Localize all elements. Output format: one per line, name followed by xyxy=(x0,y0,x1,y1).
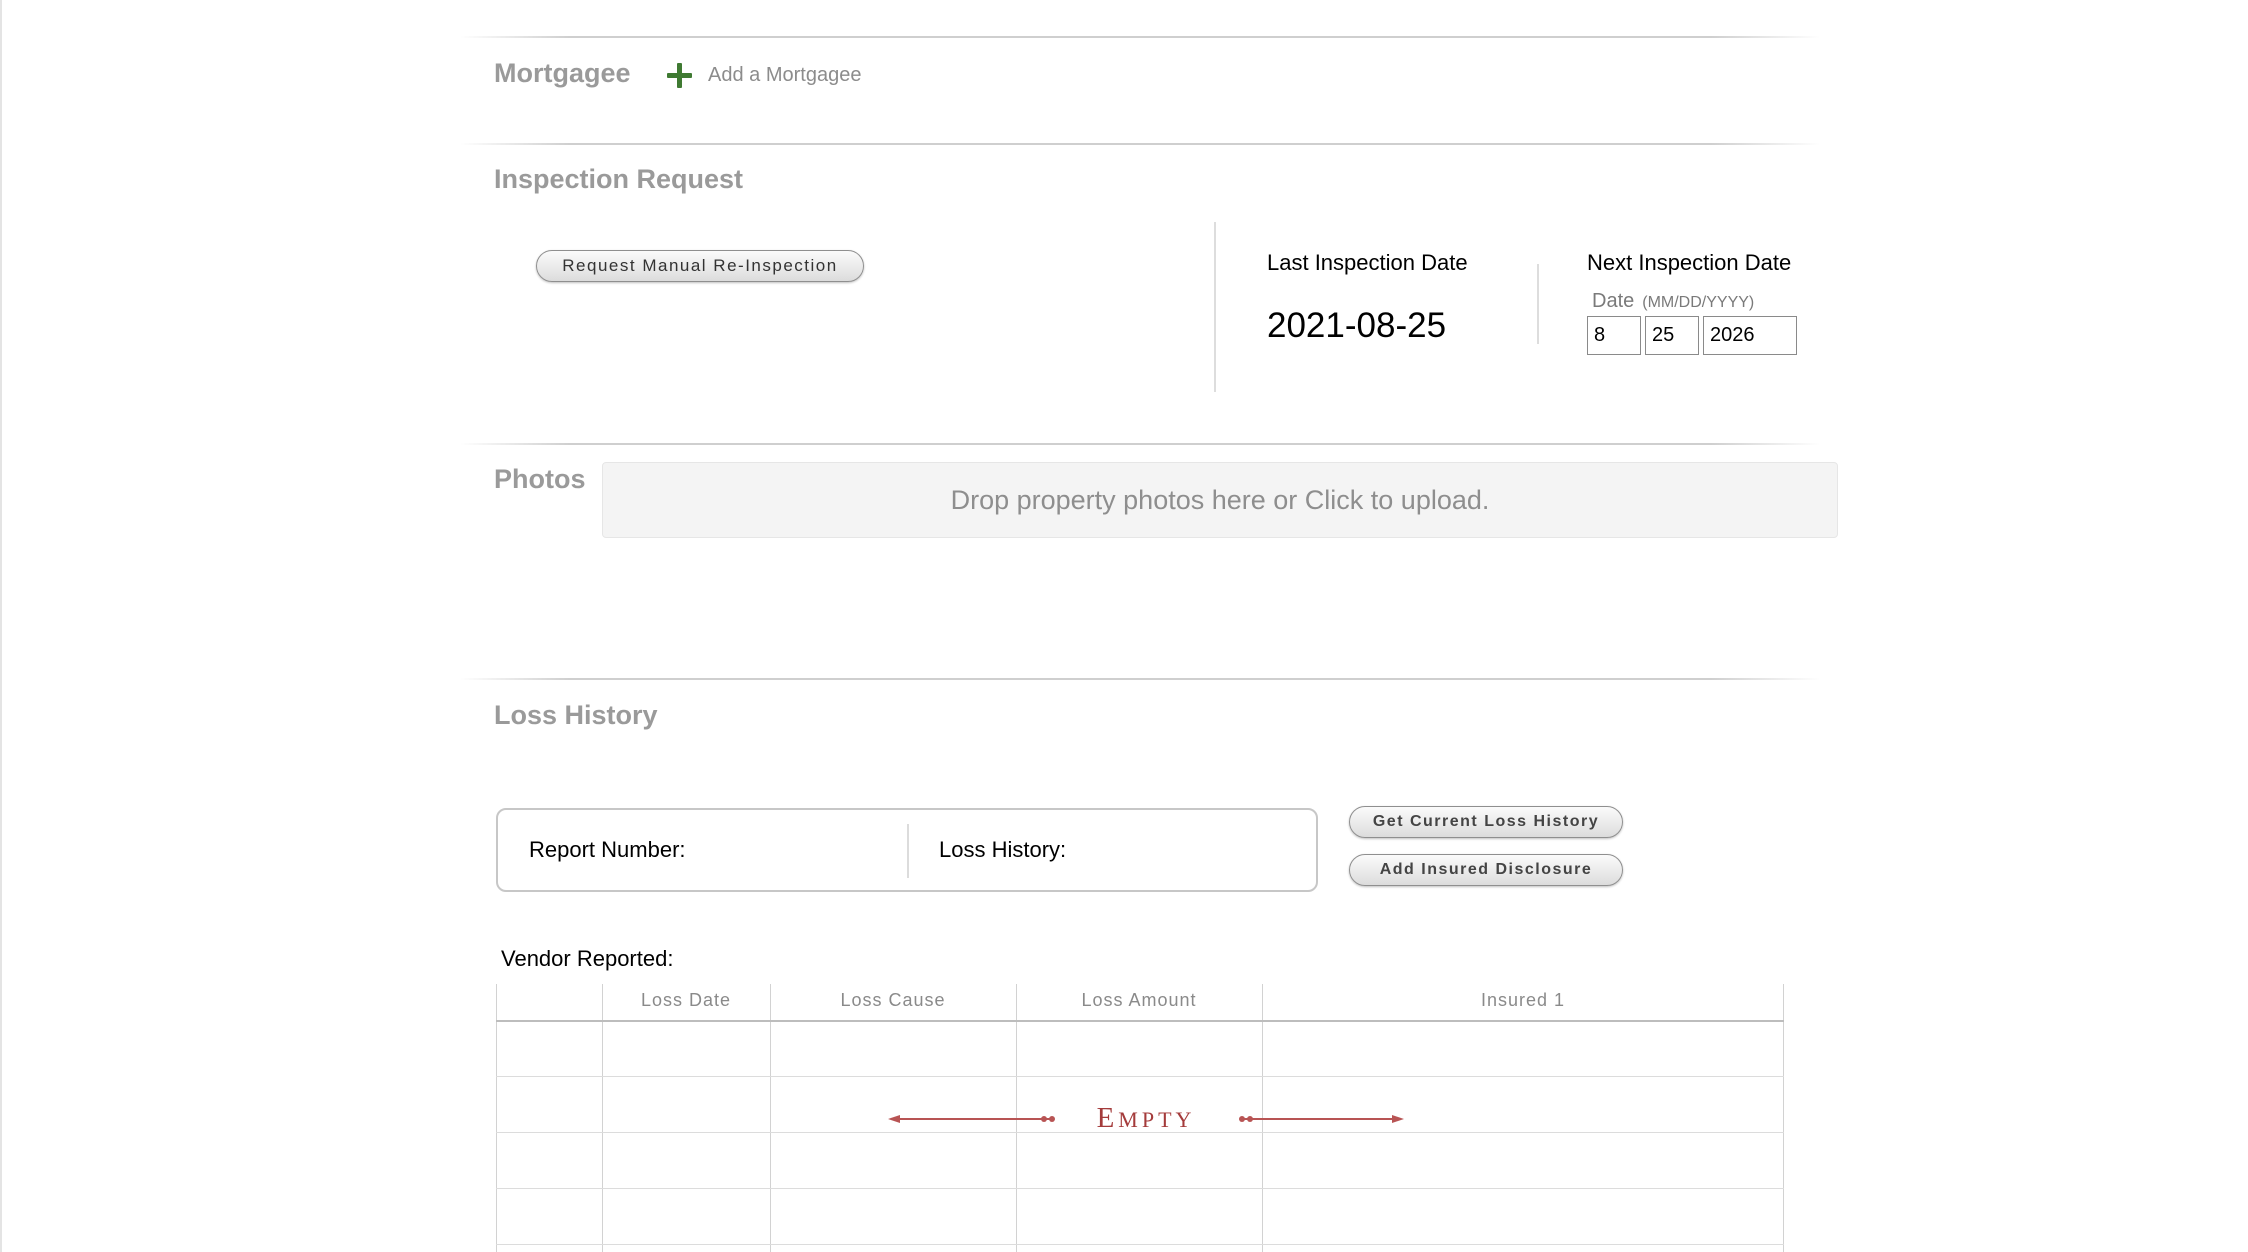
inspection-date-divider xyxy=(1537,264,1539,344)
empty-table-indicator: EMPTY xyxy=(886,1102,1406,1136)
table-row xyxy=(496,1244,1784,1245)
photos-section-title: Photos xyxy=(494,464,586,494)
add-mortgagee-button[interactable]: Add a Mortgagee xyxy=(664,58,861,92)
loss-history-section-title: Loss History xyxy=(494,700,658,730)
section-divider xyxy=(460,143,1820,145)
next-inspection-label: Next Inspection Date xyxy=(1587,250,1792,275)
column-header-insured-1: Insured 1 xyxy=(1480,990,1566,1010)
last-inspection-label: Last Inspection Date xyxy=(1267,250,1468,275)
inspection-divider xyxy=(1214,222,1216,392)
table-col-line xyxy=(1783,984,1784,1252)
loss-history-table: Loss Date Loss Cause Loss Amount Insured… xyxy=(496,984,1784,1252)
vendor-reported-label: Vendor Reported: xyxy=(501,946,674,971)
request-reinspection-button[interactable]: Request Manual Re-Inspection xyxy=(536,250,864,282)
column-header-loss-cause: Loss Cause xyxy=(840,990,946,1010)
add-mortgagee-label: Add a Mortgagee xyxy=(708,63,862,86)
column-header-loss-date: Loss Date xyxy=(640,990,732,1010)
table-col-line xyxy=(770,984,771,1252)
plus-icon xyxy=(664,60,694,90)
next-inspection-month-input[interactable] xyxy=(1587,316,1641,355)
last-inspection-date: 2021-08-25 xyxy=(1267,306,1447,345)
table-header-line xyxy=(496,1020,1784,1022)
inspection-section-title: Inspection Request xyxy=(494,164,744,194)
get-current-loss-history-button[interactable]: Get Current Loss History xyxy=(1349,806,1623,838)
section-divider xyxy=(460,36,1820,38)
table-row xyxy=(496,1188,1784,1189)
photo-dropzone[interactable]: Drop property photos here or Click to up… xyxy=(602,462,1838,538)
report-number-label: Report Number: xyxy=(529,837,686,862)
add-insured-disclosure-button[interactable]: Add Insured Disclosure xyxy=(1349,854,1623,886)
empty-label-initial: E xyxy=(1096,1102,1119,1134)
mortgagee-section-title: Mortgagee xyxy=(494,58,631,88)
column-header-loss-amount: Loss Amount xyxy=(1081,990,1197,1010)
empty-label-rest: MPTY xyxy=(1118,1107,1196,1132)
policy-details-page: Mortgagee Add a Mortgagee Inspection Req… xyxy=(0,0,2248,1252)
date-caption: Date (MM/DD/YYYY) xyxy=(1592,290,1754,313)
table-row xyxy=(496,1076,1784,1077)
page-left-border xyxy=(0,0,2,1252)
report-summary-divider xyxy=(907,824,909,878)
next-inspection-day-input[interactable] xyxy=(1645,316,1699,355)
section-divider xyxy=(460,443,1820,445)
table-col-line xyxy=(602,984,603,1252)
date-format-hint: (MM/DD/YYYY) xyxy=(1642,294,1755,311)
date-caption-label: Date xyxy=(1592,290,1635,312)
section-divider xyxy=(460,678,1820,680)
next-inspection-year-input[interactable] xyxy=(1703,316,1797,355)
loss-history-label: Loss History: xyxy=(939,837,1067,862)
table-col-line xyxy=(496,984,497,1252)
loss-report-summary: Report Number: Loss History: xyxy=(496,808,1318,892)
empty-label: EMPTY xyxy=(1076,1102,1216,1135)
